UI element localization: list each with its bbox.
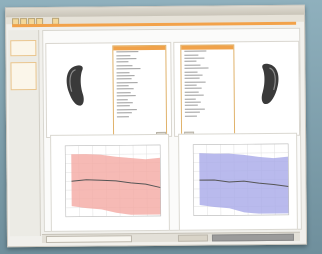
right-gain-chart [178, 132, 298, 231]
application-window [4, 4, 308, 248]
status-bar [41, 231, 301, 243]
left-gain-chart [50, 133, 170, 232]
program-list[interactable] [180, 44, 236, 136]
right-chart-svg [192, 143, 290, 216]
hearing-aid-icon [66, 65, 84, 106]
program-list-rows [181, 49, 234, 117]
progress-bar [211, 233, 295, 242]
left-chart-svg [64, 144, 162, 218]
status-field [45, 235, 133, 243]
right-hearing-aid-panel [173, 40, 301, 137]
sidebar-panel[interactable] [10, 62, 37, 91]
left-hearing-aid-panel [45, 41, 173, 138]
sidebar-panel[interactable] [10, 40, 37, 57]
gain-range-band [199, 153, 289, 214]
program-list[interactable] [112, 44, 168, 137]
grid-line [193, 152, 289, 154]
program-list-rows [113, 50, 166, 118]
main-content [42, 27, 302, 232]
screenshot-stage [0, 0, 322, 254]
status-button[interactable] [177, 234, 209, 242]
sidebar [8, 30, 41, 237]
hearing-aid-icon [261, 63, 279, 105]
